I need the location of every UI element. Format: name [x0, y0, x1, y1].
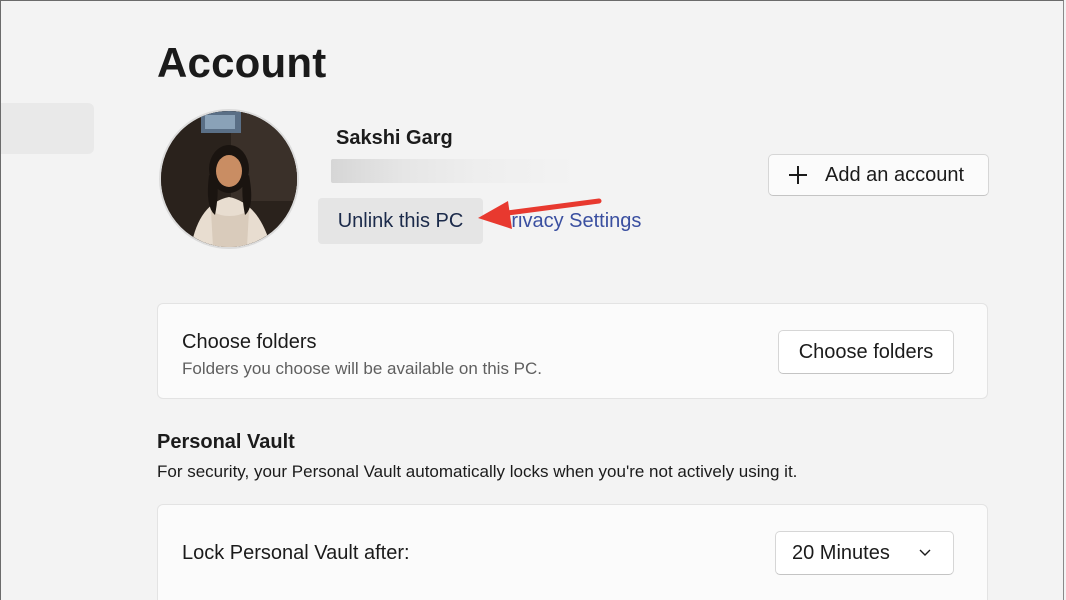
avatar-photo — [161, 111, 297, 247]
lock-duration-dropdown[interactable]: 20 Minutes — [775, 531, 954, 575]
choose-folders-subtitle: Folders you choose will be available on … — [182, 359, 543, 378]
choose-folders-card: Choose folders Folders you choose will b… — [157, 303, 988, 399]
user-name: Sakshi Garg — [336, 127, 453, 149]
sidebar-selected-item[interactable] — [1, 103, 94, 154]
unlink-pc-button[interactable]: Unlink this PC — [318, 198, 483, 244]
personal-vault-description: For security, your Personal Vault automa… — [157, 462, 798, 481]
choose-folders-button[interactable]: Choose folders — [778, 330, 954, 374]
chevron-down-icon — [919, 549, 931, 556]
lock-duration-value: 20 Minutes — [792, 541, 890, 564]
annotation-arrow-icon — [478, 198, 602, 229]
settings-window: Account Sakshi Garg Privacy Settings Unl… — [0, 0, 1064, 600]
lock-vault-label: Lock Personal Vault after: — [182, 542, 410, 564]
lock-vault-card: Lock Personal Vault after: 20 Minutes — [157, 504, 988, 600]
page-title: Account — [157, 39, 327, 86]
personal-vault-title: Personal Vault — [157, 431, 295, 453]
plus-icon — [789, 166, 807, 184]
choose-folders-title: Choose folders — [182, 331, 317, 353]
add-account-label: Add an account — [825, 163, 964, 186]
add-account-button[interactable]: Add an account — [768, 154, 989, 196]
avatar — [159, 109, 299, 249]
email-redacted — [331, 159, 576, 183]
